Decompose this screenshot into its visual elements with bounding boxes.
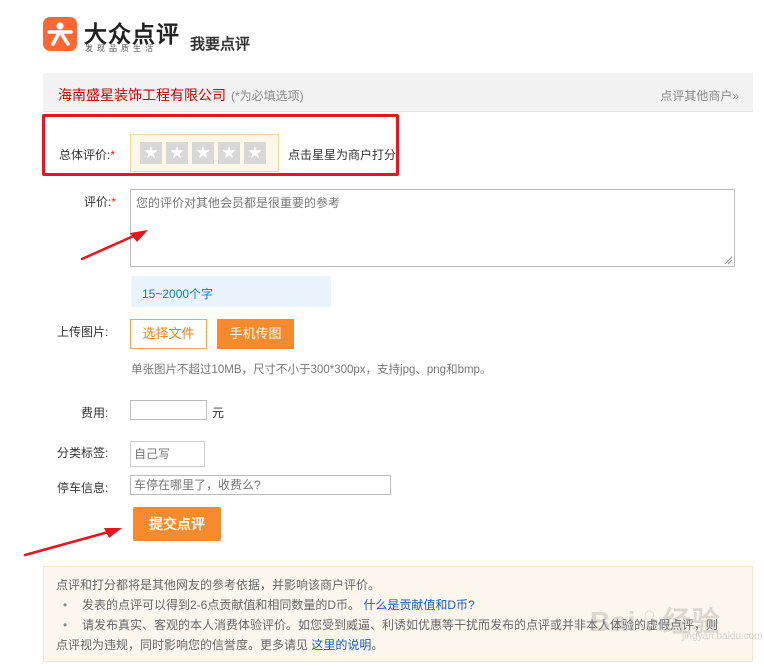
notice-text: 发表的点评可以得到2-6点贡献值和相同数量的D币。 <box>82 598 361 612</box>
resize-grip-icon[interactable] <box>724 256 733 265</box>
shop-name[interactable]: 海南盛星装饰工程有限公司 <box>58 85 226 105</box>
tags-input[interactable] <box>130 441 205 467</box>
watermark-url: jingyan.baidu.com <box>682 631 763 642</box>
notice-text: 点评视为违规，同时影响您的信誉度。更多请见 <box>56 638 309 652</box>
fee-unit: 元 <box>212 406 225 420</box>
required-mark: * <box>111 195 117 209</box>
review-other-shops-link[interactable]: 点评其他商户» <box>660 87 739 104</box>
parking-input[interactable] <box>130 475 391 495</box>
upload-label: 上传图片: <box>57 325 109 339</box>
annotation-highlight-box <box>42 114 399 176</box>
explanation-link[interactable]: 这里的说明 <box>311 638 371 652</box>
page-title: 我要点评 <box>190 36 251 53</box>
bullet-icon: • <box>63 598 68 612</box>
comment-textarea[interactable] <box>130 189 735 267</box>
parking-label: 停车信息: <box>57 481 109 495</box>
notice-line: 点评和打分都将是其他网友的参考依据，并影响该商户评价。 <box>56 578 381 592</box>
shop-header-bar: 海南盛星装饰工程有限公司 (*为必填选项) 点评其他商户» <box>43 73 753 112</box>
upload-note: 单张图片不超过10MB，尺寸不小于300*300px，支持jpg、png和bmp… <box>131 364 492 376</box>
annotation-arrow-icon <box>23 528 122 557</box>
contribution-coin-help-link[interactable]: 什么是贡献值和D币? <box>363 598 474 612</box>
comment-label-text: 评价: <box>84 195 112 209</box>
choose-file-button[interactable]: 选择文件 <box>130 319 207 349</box>
brand-slogan: 发现品质生活 <box>85 44 157 53</box>
dianping-logo-icon[interactable] <box>43 17 77 51</box>
submit-review-button[interactable]: 提交点评 <box>133 507 221 541</box>
annotation-arrow-icon <box>80 230 148 261</box>
phone-upload-button[interactable]: 手机传图 <box>217 319 294 349</box>
tags-label: 分类标签: <box>57 446 109 460</box>
required-note: (*为必填选项) <box>231 89 304 103</box>
char-limit-hint: 15~2000个字 <box>131 276 331 307</box>
comment-label: 评价:* <box>84 193 116 210</box>
bullet-icon: • <box>63 618 68 632</box>
fee-label: 费用: <box>81 406 109 420</box>
notice-text: 。 <box>371 638 384 652</box>
fee-input[interactable] <box>130 400 207 420</box>
